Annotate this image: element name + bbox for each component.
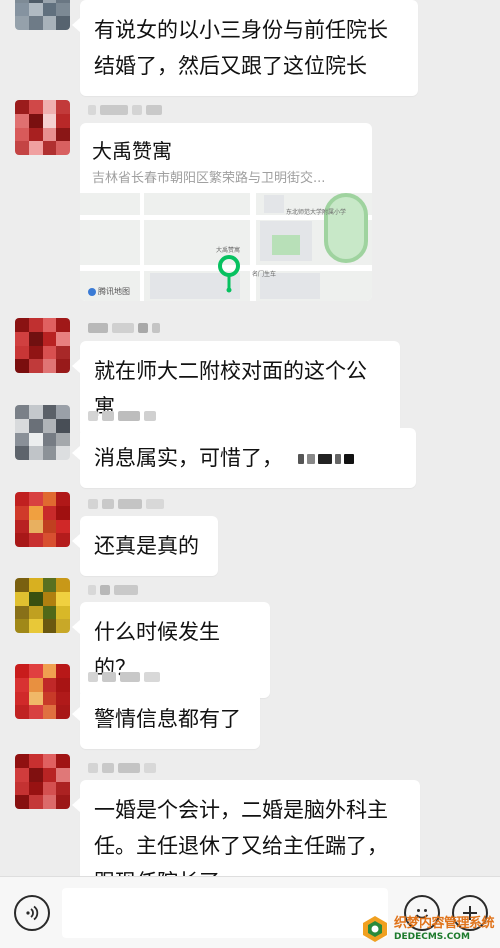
sender-name-blurred (88, 762, 156, 774)
voice-icon (26, 905, 39, 921)
sender-name-blurred (88, 322, 160, 334)
message-input[interactable] (62, 888, 388, 938)
sender-name-blurred (88, 104, 162, 116)
avatar[interactable] (15, 318, 70, 373)
sender-name-blurred (88, 498, 164, 510)
map-pin-icon (218, 255, 240, 293)
message-text: 消息属实，可惜了， (94, 446, 283, 470)
site-watermark: 织梦内容管理系统 DEDECMS.COM (360, 910, 500, 948)
avatar[interactable] (15, 100, 70, 155)
avatar[interactable] (15, 578, 70, 633)
location-name: 大禹赞寓 (92, 139, 172, 163)
sender-name-blurred (88, 410, 156, 422)
map-credit: 腾讯地图 (88, 286, 130, 297)
message-text: 警情信息都有了 (94, 707, 241, 731)
message-text: 有说女的以小三身份与前任院长结婚了，然后又跟了这位院长 (94, 18, 388, 78)
message-bubble[interactable]: 就在师大二附校对面的这个公寓 (72, 341, 400, 437)
sender-name-blurred (88, 671, 160, 683)
watermark-en: DEDECMS.COM (394, 931, 470, 942)
avatar[interactable] (15, 664, 70, 719)
map-label-school: 东北师范大学附属小学 (286, 209, 347, 216)
map-label-bus: 名门生车 (252, 271, 277, 278)
message-bubble[interactable]: 什么时候发生的？ (72, 602, 270, 698)
avatar[interactable] (15, 492, 70, 547)
redacted-name (297, 454, 354, 464)
dedecms-logo-icon (363, 916, 387, 942)
avatar[interactable] (15, 405, 70, 460)
message-bubble[interactable]: 有说女的以小三身份与前任院长结婚了，然后又跟了这位院长 (72, 0, 418, 96)
sender-name-blurred (88, 584, 138, 596)
chat-message-list[interactable]: 有说女的以小三身份与前任院长结婚了，然后又跟了这位院长 大禹赞寓 吉林省长春市朝… (0, 0, 500, 912)
message-bubble[interactable]: 消息属实，可惜了， (72, 428, 416, 488)
watermark-cn: 织梦内容管理系统 (394, 915, 495, 931)
voice-button[interactable] (14, 895, 50, 931)
avatar[interactable] (15, 0, 70, 30)
map-label-pin: 大禹赞寓 (216, 247, 241, 254)
message-bubble[interactable]: 还真是真的 (72, 516, 218, 576)
map-logo-icon (88, 287, 96, 296)
location-address: 吉林省长春市朝阳区繁荣路与卫明街交... (92, 171, 326, 186)
message-text: 还真是真的 (94, 534, 199, 558)
location-card[interactable]: 大禹赞寓 吉林省长春市朝阳区繁荣路与卫明街交... 东北师范大学附属小学 名门生… (80, 123, 372, 301)
avatar[interactable] (15, 754, 70, 809)
message-bubble[interactable]: 警情信息都有了 (72, 689, 260, 749)
